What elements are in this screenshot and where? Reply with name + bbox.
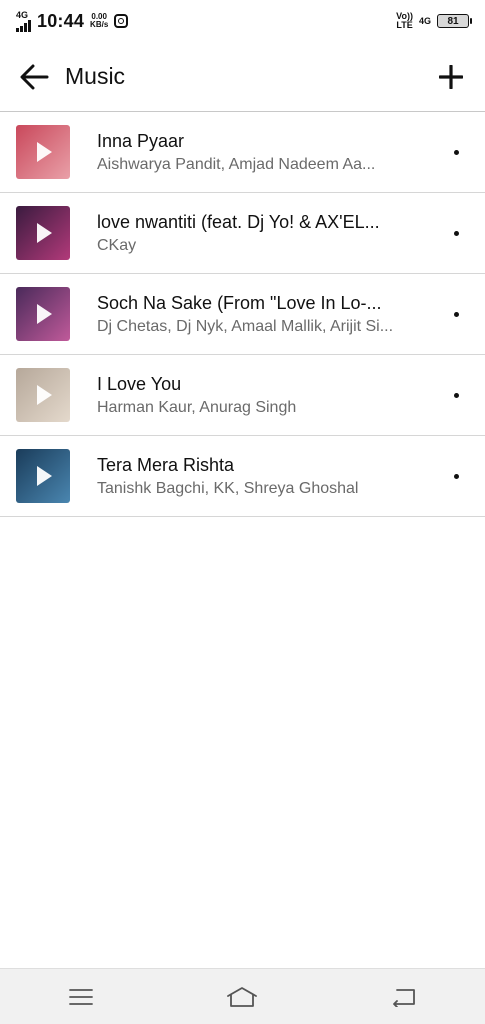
track-thumbnail[interactable]	[16, 206, 70, 260]
play-icon	[37, 385, 52, 405]
status-bar: 4G 10:44 0.00 KB/s Vo)) LTE 4G 81	[0, 0, 485, 42]
more-dots-icon	[454, 149, 459, 155]
track-title: Tera Mera Rishta	[97, 454, 235, 475]
track-artist: Harman Kaur, Anurag Singh	[97, 398, 297, 416]
system-back-button[interactable]	[379, 977, 429, 1017]
track-info: Inna Pyaar Aishwarya Pandit, Amjad Nadeem…	[97, 129, 409, 176]
play-icon	[37, 304, 52, 324]
volte-indicator: Vo)) LTE	[396, 12, 413, 30]
track-thumbnail[interactable]	[16, 368, 70, 422]
app-header: Music	[0, 42, 485, 112]
track-info: Soch Na Sake (From "Love In Lo-... Dj Che…	[97, 291, 409, 338]
track-thumbnail[interactable]	[16, 449, 70, 503]
battery-level: 81	[447, 15, 459, 27]
more-dots-icon	[454, 392, 459, 398]
track-info: love nwantiti (feat. Dj Yo! & AX'EL... CK…	[97, 210, 409, 257]
track-artist: CKay	[97, 236, 137, 254]
home-button[interactable]	[217, 977, 267, 1017]
track-title: I Love You	[97, 373, 182, 394]
network-indicator: 4G	[16, 9, 31, 32]
more-dots-icon	[454, 311, 459, 317]
play-icon	[37, 223, 52, 243]
instagram-icon	[114, 14, 129, 28]
track-info: I Love You Harman Kaur, Anurag Singh	[97, 372, 409, 419]
track-thumbnail[interactable]	[16, 287, 70, 341]
speed-unit: KB/s	[90, 20, 109, 29]
more-options-button[interactable]	[454, 461, 459, 491]
more-dots-icon	[454, 473, 459, 479]
menu-button[interactable]	[56, 977, 106, 1017]
add-button[interactable]	[433, 59, 469, 95]
track-thumbnail[interactable]	[16, 125, 70, 179]
back-button[interactable]	[16, 59, 52, 95]
clock: 10:44	[37, 10, 85, 31]
play-icon	[37, 142, 52, 162]
more-options-button[interactable]	[454, 380, 459, 410]
more-dots-icon	[454, 230, 459, 236]
track-artist: Aishwarya Pandit, Amjad Nadeem Aa...	[97, 155, 376, 173]
track-info: Tera Mera Rishta Tanishk Bagchi, KK, Shre…	[97, 453, 409, 500]
network-speed: 0.00 KB/s	[90, 13, 108, 29]
signal-icon	[16, 19, 31, 32]
system-nav-bar	[0, 968, 485, 1024]
track-title: Soch Na Sake (From "Love In Lo-...	[97, 292, 382, 313]
volte-bottom: LTE	[396, 20, 413, 30]
track-row[interactable]: Soch Na Sake (From "Love In Lo-... Dj Che…	[0, 274, 485, 355]
track-artist: Tanishk Bagchi, KK, Shreya Ghoshal	[97, 479, 359, 497]
play-icon	[37, 466, 52, 486]
home-icon	[227, 986, 258, 1007]
track-artist: Dj Chetas, Dj Nyk, Amaal Mallik, Arijit …	[97, 317, 394, 335]
battery-icon: 81	[437, 14, 472, 28]
more-options-button[interactable]	[454, 218, 459, 248]
track-title: love nwantiti (feat. Dj Yo! & AX'EL...	[97, 211, 380, 232]
track-row[interactable]: love nwantiti (feat. Dj Yo! & AX'EL... CK…	[0, 193, 485, 274]
menu-icon	[68, 988, 93, 1005]
more-options-button[interactable]	[454, 299, 459, 329]
track-title: Inna Pyaar	[97, 130, 185, 151]
page-title: Music	[65, 63, 126, 89]
network-type: 4G	[16, 9, 29, 20]
more-options-button[interactable]	[454, 137, 459, 167]
track-row[interactable]: Inna Pyaar Aishwarya Pandit, Amjad Nadeem…	[0, 112, 485, 193]
back-icon	[393, 988, 416, 1007]
track-row[interactable]: Tera Mera Rishta Tanishk Bagchi, KK, Shre…	[0, 436, 485, 517]
track-row[interactable]: I Love You Harman Kaur, Anurag Singh	[0, 355, 485, 436]
plus-icon	[439, 64, 463, 89]
arrow-left-icon	[20, 64, 49, 89]
network-type-right: 4G	[418, 15, 431, 26]
track-list: Inna Pyaar Aishwarya Pandit, Amjad Nadeem…	[0, 112, 485, 517]
